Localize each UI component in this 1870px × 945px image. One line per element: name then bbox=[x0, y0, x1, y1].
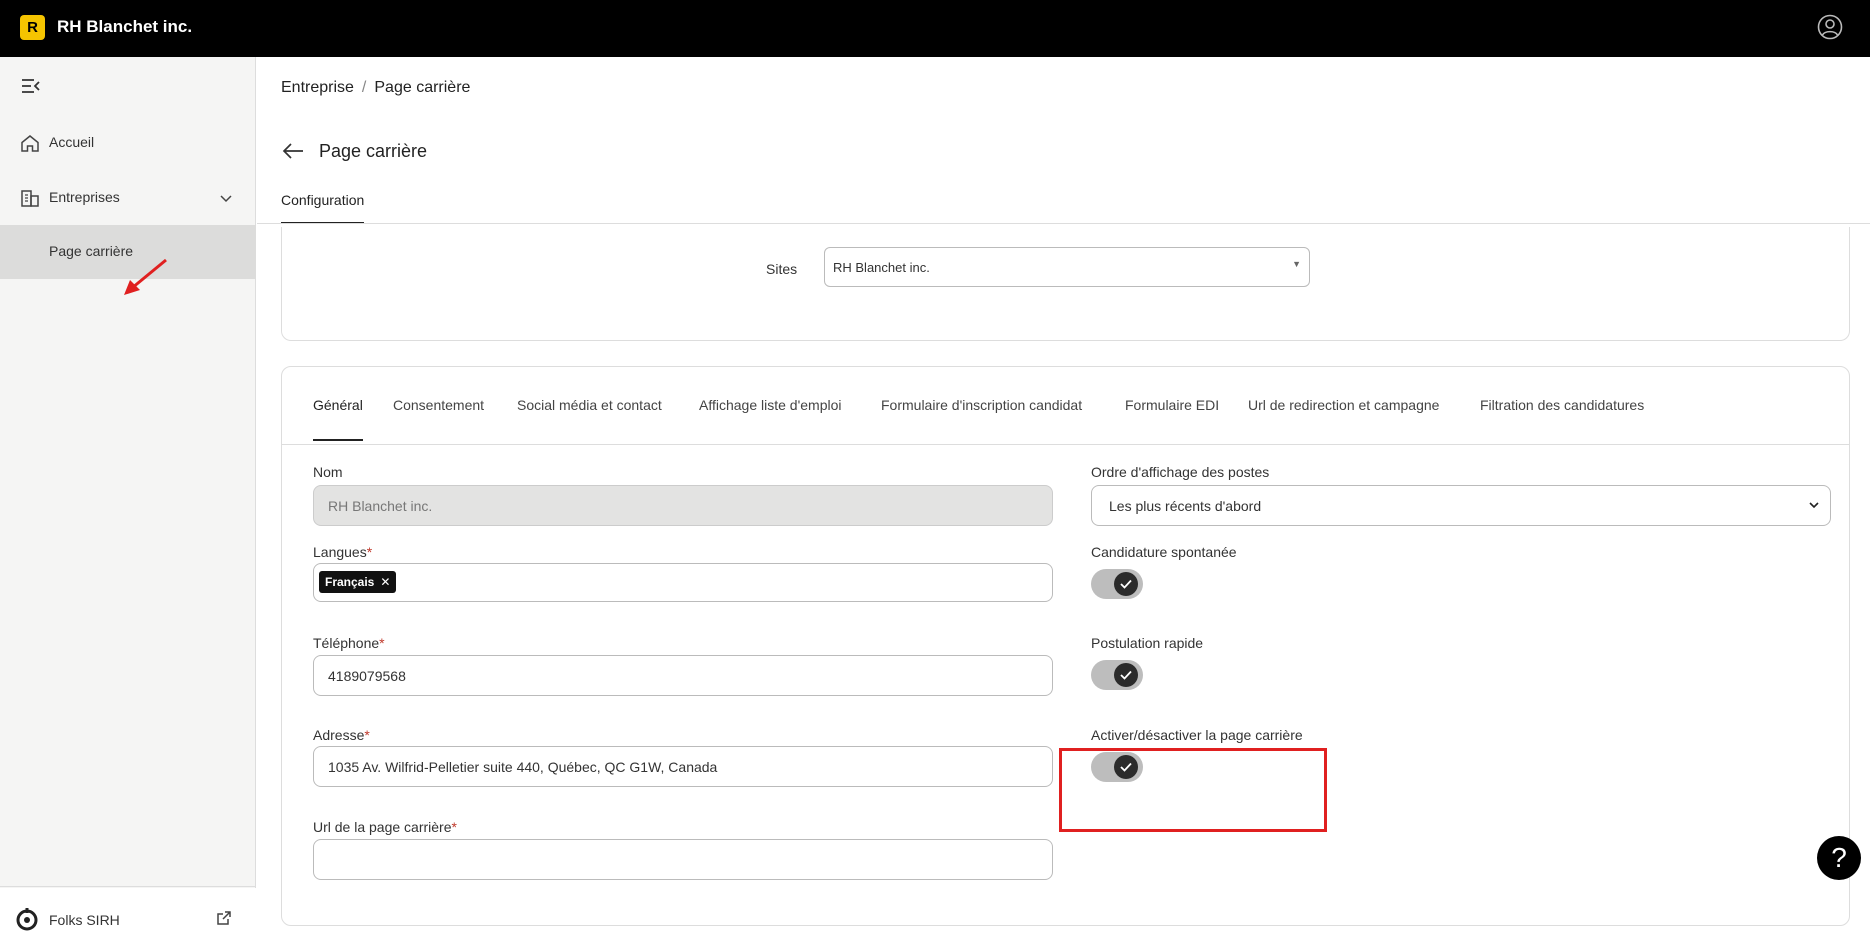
telephone-value: 4189079568 bbox=[328, 668, 406, 684]
sites-select-value: RH Blanchet inc. bbox=[833, 260, 930, 275]
breadcrumb-entreprise[interactable]: Entreprise bbox=[281, 79, 354, 96]
tab-affichage-liste[interactable]: Affichage liste d'emploi bbox=[699, 397, 842, 413]
tab-general[interactable]: Général bbox=[313, 397, 363, 441]
adresse-label-text: Adresse bbox=[313, 727, 365, 743]
candidature-toggle[interactable] bbox=[1091, 569, 1143, 599]
language-chip-label: Français bbox=[325, 575, 375, 589]
folks-logo-icon bbox=[16, 908, 38, 931]
nom-value: RH Blanchet inc. bbox=[328, 498, 433, 514]
toggle-knob bbox=[1114, 572, 1138, 596]
check-icon bbox=[1120, 579, 1132, 589]
toggle-knob bbox=[1114, 663, 1138, 687]
nom-label: Nom bbox=[313, 464, 343, 480]
user-account-icon[interactable] bbox=[1817, 14, 1843, 40]
annotation-highlight-box bbox=[1059, 748, 1327, 832]
activer-label: Activer/désactiver la page carrière bbox=[1091, 727, 1303, 743]
telephone-label-text: Téléphone bbox=[313, 635, 380, 651]
page-title: Page carrière bbox=[319, 141, 428, 161]
tab-social-media[interactable]: Social média et contact bbox=[517, 397, 662, 413]
chevron-down-icon bbox=[1809, 502, 1819, 509]
tab-formulaire-edi[interactable]: Formulaire EDI bbox=[1125, 397, 1219, 413]
required-mark: * bbox=[366, 544, 373, 560]
breadcrumb-separator: / bbox=[361, 79, 367, 96]
sites-card: Sites RH Blanchet inc. ▼ bbox=[281, 227, 1850, 341]
required-mark: * bbox=[364, 727, 370, 743]
ordre-select[interactable]: Les plus récents d'abord bbox=[1091, 485, 1831, 526]
logo: R bbox=[20, 15, 45, 40]
annotation-arrow bbox=[124, 258, 167, 295]
candidature-label: Candidature spontanée bbox=[1091, 544, 1237, 560]
tab-formulaire-inscription[interactable]: Formulaire d'inscription candidat bbox=[881, 397, 1082, 413]
telephone-field[interactable]: 4189079568 bbox=[313, 655, 1053, 696]
remove-chip-icon[interactable]: ✕ bbox=[380, 575, 390, 589]
sidebar-item-label: Page carrière bbox=[49, 243, 134, 259]
breadcrumb: Entreprise / Page carrière bbox=[281, 79, 470, 97]
sidebar-footer: Folks SIRH bbox=[0, 886, 256, 945]
sidebar: Accueil Entreprises Page carrière Folks … bbox=[0, 57, 256, 931]
sites-label: Sites bbox=[766, 261, 798, 277]
adresse-value: 1035 Av. Wilfrid-Pelletier suite 440, Qu… bbox=[328, 759, 718, 775]
back-arrow-icon[interactable] bbox=[281, 141, 305, 161]
adresse-label: Adresse* bbox=[313, 727, 370, 743]
subtabs-bar: Général Consentement Social média et con… bbox=[282, 367, 1849, 445]
postulation-label: Postulation rapide bbox=[1091, 635, 1204, 651]
caret-down-icon: ▼ bbox=[1292, 259, 1301, 269]
langues-field[interactable]: Français ✕ bbox=[313, 563, 1053, 602]
tab-consentement[interactable]: Consentement bbox=[393, 397, 484, 413]
tab-filtration[interactable]: Filtration des candidatures bbox=[1480, 397, 1644, 413]
sidebar-item-label: Entreprises bbox=[49, 189, 120, 205]
nom-field: RH Blanchet inc. bbox=[313, 485, 1053, 526]
settings-card: Général Consentement Social média et con… bbox=[281, 366, 1850, 926]
sidebar-item-accueil[interactable]: Accueil bbox=[0, 116, 256, 170]
tab-divider bbox=[257, 223, 1870, 224]
required-mark: * bbox=[379, 635, 385, 651]
check-icon bbox=[1120, 670, 1132, 680]
external-link-icon[interactable] bbox=[216, 910, 232, 926]
telephone-label: Téléphone* bbox=[313, 635, 385, 651]
postulation-toggle[interactable] bbox=[1091, 660, 1143, 690]
tab-url-redirection[interactable]: Url de redirection et campagne bbox=[1248, 397, 1439, 413]
building-icon bbox=[21, 190, 39, 207]
home-icon bbox=[21, 135, 39, 152]
tab-configuration[interactable]: Configuration bbox=[281, 192, 365, 224]
required-mark: * bbox=[451, 819, 457, 835]
language-chip: Français ✕ bbox=[319, 571, 397, 593]
url-label: Url de la page carrière* bbox=[313, 819, 457, 835]
sidebar-item-entreprises[interactable]: Entreprises bbox=[0, 171, 256, 225]
collapse-menu-icon[interactable] bbox=[20, 77, 42, 95]
url-label-text: Url de la page carrière bbox=[313, 819, 452, 835]
folks-sirh-label: Folks SIRH bbox=[49, 912, 120, 928]
sidebar-item-label: Accueil bbox=[49, 134, 95, 150]
sites-select[interactable]: RH Blanchet inc. ▼ bbox=[824, 247, 1310, 287]
ordre-label: Ordre d'affichage des postes bbox=[1091, 464, 1270, 480]
help-button[interactable]: ? bbox=[1817, 836, 1861, 880]
ordre-value: Les plus récents d'abord bbox=[1109, 498, 1262, 514]
top-bar: R RH Blanchet inc. bbox=[0, 0, 1870, 57]
adresse-field[interactable]: 1035 Av. Wilfrid-Pelletier suite 440, Qu… bbox=[313, 746, 1053, 787]
chevron-down-icon[interactable] bbox=[218, 190, 234, 206]
langues-label: Langues* bbox=[313, 544, 372, 560]
breadcrumb-page-carriere: Page carrière bbox=[374, 79, 471, 96]
langues-label-text: Langues bbox=[313, 544, 367, 560]
url-field[interactable] bbox=[313, 839, 1053, 880]
brand-name: RH Blanchet inc. bbox=[57, 17, 193, 36]
